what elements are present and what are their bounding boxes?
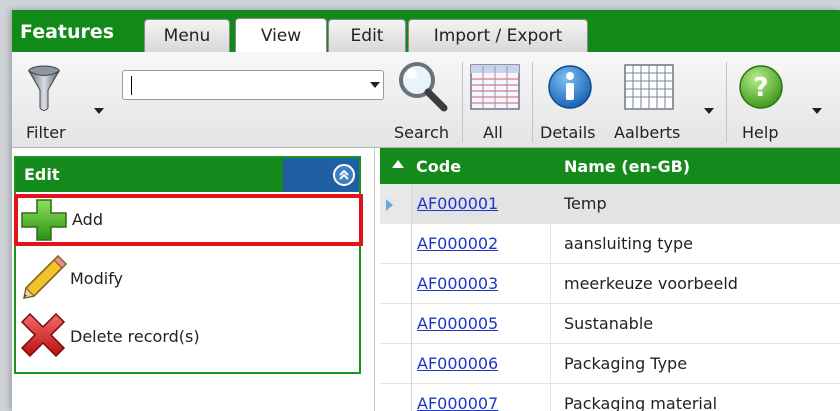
delete-label: Delete record(s) — [70, 327, 200, 346]
all-label: All — [483, 123, 503, 142]
table-row[interactable]: AF000007 Packaging material — [380, 384, 840, 411]
aalberts-button[interactable]: Aalberts — [612, 60, 720, 142]
modify-action[interactable]: Modify — [16, 252, 359, 304]
aalberts-label: Aalberts — [614, 123, 681, 142]
filter-button[interactable]: Filter — [22, 60, 104, 142]
tab-edit[interactable]: Edit — [328, 19, 406, 52]
table-row[interactable]: AF000003 meerkeuze voorbeeld — [380, 264, 840, 304]
table-row[interactable]: AF000001 Temp — [380, 184, 840, 224]
name-cell: Sustanable — [564, 314, 654, 333]
tab-view[interactable]: View — [235, 18, 327, 52]
current-row-pointer-icon — [386, 199, 393, 211]
double-chevron-up-icon — [339, 169, 349, 180]
info-icon — [548, 65, 592, 109]
modify-label: Modify — [70, 269, 124, 288]
code-link[interactable]: AF000007 — [417, 394, 498, 411]
magnifier-icon — [399, 62, 448, 112]
add-label: Add — [72, 210, 103, 229]
filter-label: Filter — [26, 123, 66, 142]
toolbar-divider — [462, 62, 463, 142]
tab-import-export[interactable]: Import / Export — [408, 19, 588, 52]
app-window: Features Menu View Edit Import / Export … — [12, 10, 840, 411]
table-row[interactable]: AF000006 Packaging Type — [380, 344, 840, 384]
name-cell: aansluiting type — [564, 234, 693, 253]
code-link[interactable]: AF000006 — [417, 354, 498, 373]
row-indicator — [380, 344, 412, 384]
table-row[interactable]: AF000002 aansluiting type — [380, 224, 840, 264]
row-indicator — [380, 184, 412, 224]
collapse-button[interactable] — [333, 164, 355, 186]
search-label: Search — [394, 123, 449, 142]
column-header-code[interactable]: Code — [416, 157, 461, 176]
svg-text:?: ? — [753, 73, 768, 103]
features-grid: Code Name (en-GB) AF000001 Temp AF000002… — [380, 148, 840, 411]
edit-header: Edit — [16, 158, 359, 192]
search-input[interactable] — [127, 74, 357, 96]
add-action[interactable]: Add — [14, 194, 363, 246]
row-indicator — [380, 304, 412, 344]
table-row[interactable]: AF000005 Sustanable — [380, 304, 840, 344]
toolbar-divider — [532, 62, 533, 142]
left-panel: Edit Add Modify Delete record(s) — [12, 148, 375, 411]
all-button[interactable]: All — [468, 60, 522, 142]
name-cell: Temp — [564, 194, 607, 213]
code-link[interactable]: AF000002 — [417, 234, 498, 253]
filter-funnel-icon — [27, 65, 61, 111]
toolbar-divider — [726, 62, 727, 142]
edit-header-title: Edit — [24, 165, 60, 184]
details-button[interactable]: Details — [538, 60, 604, 142]
delete-x-icon — [20, 312, 66, 358]
column-header-name[interactable]: Name (en-GB) — [564, 157, 690, 176]
tab-strip: Features Menu View Edit Import / Export — [12, 10, 840, 52]
app-title: Features — [20, 21, 115, 43]
details-label: Details — [540, 123, 596, 142]
row-indicator — [380, 264, 412, 304]
name-cell: Packaging Type — [564, 354, 688, 373]
pencil-icon — [23, 254, 68, 299]
help-label: Help — [742, 123, 779, 142]
help-button[interactable]: ? Help — [732, 60, 828, 142]
name-cell: meerkeuze voorbeeld — [564, 274, 738, 293]
code-link[interactable]: AF000005 — [417, 314, 498, 333]
search-combobox-arrow[interactable] — [370, 82, 380, 88]
help-question-icon: ? — [739, 65, 783, 109]
edit-actions-box: Edit Add Modify Delete record(s) — [14, 156, 363, 374]
grid-header: Code Name (en-GB) — [380, 148, 840, 184]
ribbon-toolbar: Filter Search All Details Aalberts ? Hel… — [12, 52, 840, 148]
code-link[interactable]: AF000001 — [417, 194, 498, 213]
all-table-icon — [470, 64, 520, 110]
filter-dropdown-arrow[interactable] — [94, 108, 104, 114]
code-link[interactable]: AF000003 — [417, 274, 498, 293]
aalberts-dropdown-arrow[interactable] — [704, 108, 714, 114]
delete-action[interactable]: Delete record(s) — [16, 310, 359, 362]
search-button[interactable]: Search — [392, 60, 458, 142]
sort-ascending-icon — [392, 160, 404, 168]
name-cell: Packaging material — [564, 394, 718, 411]
row-indicator — [380, 224, 412, 264]
row-indicator — [380, 384, 412, 411]
search-combobox[interactable] — [122, 70, 384, 100]
edit-header-accent — [283, 158, 359, 192]
aalberts-grid-icon — [624, 64, 674, 110]
tab-menu[interactable]: Menu — [144, 19, 230, 52]
help-dropdown-arrow[interactable] — [812, 108, 822, 114]
plus-icon — [21, 199, 67, 241]
